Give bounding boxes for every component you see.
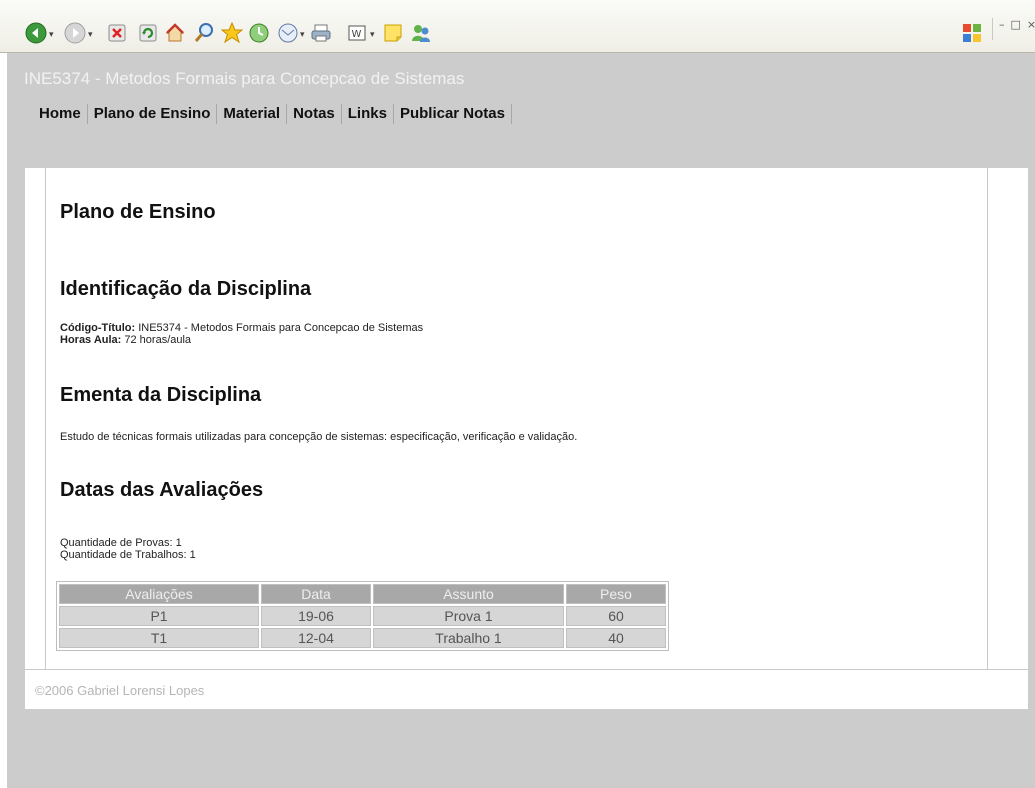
table-cell: 40	[566, 628, 666, 648]
messenger-icon[interactable]	[410, 22, 432, 44]
left-divider	[45, 168, 46, 669]
window-controls: –□ ×	[992, 18, 1035, 40]
nav-notas[interactable]: Notas	[287, 104, 342, 124]
avaliacoes-heading: Datas das Avaliações	[60, 479, 264, 501]
print-icon[interactable]	[310, 22, 332, 44]
refresh-icon[interactable]	[137, 22, 159, 44]
table-cell: Prova 1	[373, 606, 564, 626]
footer-copyright: ©2006 Gabriel Lorensi Lopes	[35, 683, 205, 698]
web-page: INE5374 - Metodos Formais para Concepcao…	[7, 53, 1035, 788]
mail-icon[interactable]	[277, 22, 299, 44]
codigo-value: INE5374 - Metodos Formais para Concepcao…	[138, 322, 424, 334]
table-row: P1 19-06 Prova 1 60	[59, 606, 666, 626]
codigo-label: Código-Título:	[60, 322, 136, 334]
footer-divider	[25, 669, 1028, 670]
minimize-button[interactable]: –	[999, 18, 1005, 31]
nav-home[interactable]: Home	[39, 104, 88, 124]
home-icon[interactable]	[164, 22, 186, 44]
provas-count: Quantidade de Provas: 1	[60, 537, 182, 549]
table-cell: 19-06	[261, 606, 371, 626]
site-title: INE5374 - Metodos Formais para Concepcao…	[24, 69, 465, 88]
close-button[interactable]: ×	[1027, 18, 1035, 31]
table-cell: 60	[566, 606, 666, 626]
nav-plano-de-ensino[interactable]: Plano de Ensino	[88, 104, 218, 124]
back-icon[interactable]	[25, 22, 47, 44]
back-dropdown-icon[interactable]: ▾	[49, 30, 54, 40]
forward-dropdown-icon[interactable]: ▾	[88, 30, 93, 40]
forward-icon[interactable]	[64, 22, 86, 44]
table-cell: P1	[59, 606, 259, 626]
right-divider	[987, 168, 988, 669]
windows-logo-icon	[961, 22, 983, 44]
avaliacoes-table: Avaliações Data Assunto Peso P1 19-06 Pr…	[56, 581, 669, 651]
search-icon[interactable]	[193, 22, 215, 44]
history-icon[interactable]	[248, 22, 270, 44]
table-cell: Trabalho 1	[373, 628, 564, 648]
page-title: Plano de Ensino	[60, 201, 216, 223]
table-header-row: Avaliações Data Assunto Peso	[59, 584, 666, 604]
nav-material[interactable]: Material	[217, 104, 288, 124]
column-header: Peso	[566, 584, 666, 604]
nav-links[interactable]: Links	[342, 104, 394, 124]
content-panel: Plano de Ensino Identificação da Discipl…	[25, 168, 1028, 709]
table-row: T1 12-04 Trabalho 1 40	[59, 628, 666, 648]
table-cell: 12-04	[261, 628, 371, 648]
identificacao-heading: Identificação da Disciplina	[60, 278, 312, 300]
trabalhos-count: Quantidade de Trabalhos: 1	[60, 549, 196, 561]
table-cell: T1	[59, 628, 259, 648]
nav-publicar-notas[interactable]: Publicar Notas	[394, 104, 512, 124]
column-header: Assunto	[373, 584, 564, 604]
ementa-text: Estudo de técnicas formais utilizadas pa…	[60, 431, 578, 443]
ementa-heading: Ementa da Disciplina	[60, 384, 262, 406]
edit-dropdown-icon[interactable]: ▾	[370, 30, 375, 40]
main-nav: Home Plano de Ensino Material Notas Link…	[39, 103, 512, 125]
horas-line: Horas Aula: 72 horas/aula	[60, 334, 191, 346]
mail-dropdown-icon[interactable]: ▾	[300, 30, 305, 40]
horas-value: 72 horas/aula	[124, 334, 192, 346]
codigo-line: Código-Título: INE5374 - Metodos Formais…	[60, 322, 423, 334]
horas-label: Horas Aula:	[60, 334, 122, 346]
edit-word-icon[interactable]: W	[346, 22, 368, 44]
column-header: Data	[261, 584, 371, 604]
restore-button[interactable]: □	[1011, 18, 1021, 31]
svg-text:W: W	[352, 29, 362, 40]
column-header: Avaliações	[59, 584, 259, 604]
favorites-icon[interactable]	[221, 22, 243, 44]
notes-icon[interactable]	[382, 22, 404, 44]
stop-icon[interactable]	[106, 22, 128, 44]
browser-toolbar: ▾ ▾ ▾ W ▾ –□ ×	[0, 0, 1035, 53]
